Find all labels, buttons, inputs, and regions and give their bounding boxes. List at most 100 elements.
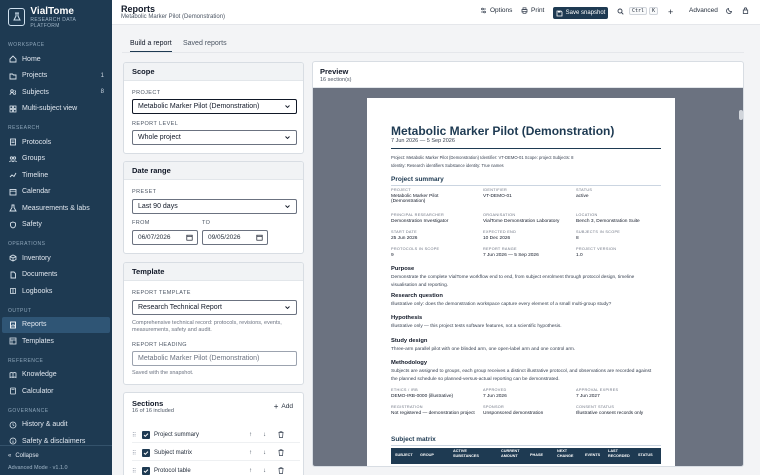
- calendar-icon: [186, 234, 193, 241]
- collapse-button[interactable]: «Collapse: [8, 450, 104, 462]
- tab-saved-reports[interactable]: Saved reports: [183, 40, 227, 47]
- lock-button[interactable]: [742, 7, 752, 14]
- sidebar-item-timeline[interactable]: Timeline: [0, 167, 112, 184]
- sections-heading: Sections: [132, 399, 164, 408]
- add-section-button[interactable]: + Add: [274, 402, 293, 411]
- delete-icon[interactable]: [278, 430, 284, 440]
- sidebar-item-calculator[interactable]: Calculator: [0, 383, 112, 400]
- check-icon: [143, 451, 149, 456]
- nav-section-research: RESEARCH: [8, 125, 40, 131]
- sidebar-item-home[interactable]: Home: [0, 51, 112, 68]
- sidebar-item-multi-subject-view[interactable]: Multi-subject view: [0, 101, 112, 118]
- kv-approved: APPROVED 7 Jun 2026: [483, 388, 507, 399]
- brand-name: VialTome: [30, 5, 74, 17]
- nav-section-governance: GOVERNANCE: [8, 407, 49, 414]
- command-search-button[interactable]: Ctrl K: [617, 7, 659, 15]
- template-icon: [8, 337, 17, 346]
- report-level-label: REPORT LEVEL: [132, 121, 179, 127]
- report-heading-input[interactable]: Metabolic Marker Pilot (Demonstration): [132, 351, 297, 366]
- drag-handle-icon[interactable]: ⠿: [132, 468, 140, 475]
- project-select[interactable]: Metabolic Marker Pilot (Demonstration): [132, 99, 297, 114]
- delete-icon[interactable]: [278, 448, 284, 458]
- theme-toggle[interactable]: [726, 7, 736, 14]
- sidebar-item-groups[interactable]: Groups: [0, 151, 112, 168]
- to-date-input[interactable]: 09/05/2026: [202, 230, 268, 245]
- section-row-project-summary[interactable]: ⠿ Project summary ↑ ↓: [132, 428, 300, 443]
- sidebar-item-templates[interactable]: Templates: [0, 333, 112, 350]
- col-phase: PHASE: [530, 453, 544, 457]
- section-checkbox[interactable]: [142, 449, 150, 457]
- sidebar-item-protocols[interactable]: Protocols: [0, 134, 112, 151]
- kv-registration: REGISTRATION Not registered — demonstrati…: [391, 405, 475, 416]
- kv-start-date: START DATE 25 Jun 2026: [391, 230, 418, 241]
- scope-heading: Scope: [124, 63, 303, 81]
- nav-section-workspace: WORKSPACE: [8, 42, 45, 48]
- kbd-ctrl: Ctrl: [629, 7, 648, 15]
- nav-section-operations: OPERATIONS: [8, 241, 46, 247]
- sidebar-item-reports[interactable]: Reports: [2, 316, 110, 333]
- report-template-select[interactable]: Research Technical Report: [132, 300, 297, 315]
- scrollbar-thumb[interactable]: [739, 110, 743, 120]
- kv-report-range: REPORT RANGE 7 Jun 2026 — 5 Sep 2026: [483, 247, 539, 258]
- move-up-icon[interactable]: ↑: [249, 450, 252, 456]
- options-button[interactable]: Options: [480, 7, 512, 14]
- report-level-select[interactable]: Whole project: [132, 130, 297, 145]
- section-checkbox[interactable]: [142, 467, 150, 475]
- timeline-icon: [8, 171, 17, 180]
- report-meta-line-1: Project: Metabolic Marker Pilot (Demonst…: [391, 155, 574, 160]
- sidebar-item-measurements[interactable]: Measurements & labs: [0, 200, 112, 217]
- sidebar-item-knowledge[interactable]: Knowledge: [0, 367, 112, 384]
- kv-organisation: ORGANISATION VialTome Demonstration Labor…: [483, 213, 560, 224]
- printer-icon: [521, 7, 528, 14]
- add-button[interactable]: +: [668, 7, 673, 17]
- project-label: PROJECT: [132, 90, 161, 96]
- section-checkbox[interactable]: [142, 431, 150, 439]
- col-status: STATUS: [638, 453, 653, 457]
- kv-location: LOCATION Bench 3, Demonstration Suite: [576, 213, 640, 224]
- preset-select[interactable]: Last 90 days: [132, 199, 297, 214]
- calculator-icon: [8, 387, 17, 396]
- from-date-input[interactable]: 06/07/2026: [132, 230, 198, 245]
- section-row-subject-matrix[interactable]: ⠿ Subject matrix ↑ ↓: [132, 446, 300, 461]
- move-down-icon[interactable]: ↓: [263, 450, 266, 456]
- flask-icon: [8, 204, 17, 213]
- date-range-heading: Date range: [124, 162, 303, 180]
- history-icon: [8, 420, 17, 429]
- move-down-icon[interactable]: ↓: [263, 468, 266, 474]
- subjects-count: 8: [100, 89, 104, 96]
- search-icon: [617, 8, 624, 15]
- move-down-icon[interactable]: ↓: [263, 432, 266, 438]
- report-page: Metabolic Marker Pilot (Demonstration) 7…: [367, 98, 675, 466]
- plus-icon: +: [273, 402, 279, 411]
- sidebar-item-logbooks[interactable]: Logbooks: [0, 283, 112, 300]
- folder-icon: [8, 71, 17, 80]
- purpose-text: Demonstrate the complete VialTome workfl…: [391, 275, 635, 288]
- preview-viewport[interactable]: Metabolic Marker Pilot (Demonstration) 7…: [313, 88, 743, 466]
- save-snapshot-button[interactable]: Save snapshot: [553, 7, 608, 19]
- mode-label: Advanced Mode · v1.1.0: [8, 465, 68, 471]
- kbd-k: K: [649, 7, 659, 15]
- move-up-icon[interactable]: ↑: [249, 432, 252, 438]
- preview-scrollbar[interactable]: [739, 96, 743, 456]
- sidebar-item-safety[interactable]: Safety: [0, 217, 112, 234]
- move-up-icon[interactable]: ↑: [249, 468, 252, 474]
- print-button[interactable]: Print: [521, 7, 544, 14]
- drag-handle-icon[interactable]: ⠿: [132, 432, 140, 439]
- sidebar-item-inventory[interactable]: Inventory: [0, 250, 112, 267]
- sidebar-item-subjects[interactable]: Subjects 8: [0, 84, 112, 101]
- sidebar-item-documents[interactable]: Documents: [0, 267, 112, 284]
- preview-panel: Preview 16 section(s) Metabolic Marker P…: [312, 61, 744, 467]
- advanced-toggle[interactable]: Advanced: [689, 7, 718, 14]
- section-row-protocol-table[interactable]: ⠿ Protocol table ↑ ↓: [132, 464, 300, 475]
- sidebar-item-history[interactable]: History & audit: [0, 417, 112, 434]
- report-dates: 7 Jun 2026 — 5 Sep 2026: [391, 138, 455, 144]
- drag-handle-icon[interactable]: ⠿: [132, 450, 140, 457]
- sidebar-footer: «Collapse Advanced Mode · v1.1.0: [0, 445, 112, 475]
- kv-protocols-scope: PROTOCOLS IN SCOPE 9: [391, 247, 440, 258]
- brand[interactable]: VialTome RESEARCH DATA PLATFORM: [0, 0, 112, 34]
- sidebar-item-projects[interactable]: Projects 1: [0, 68, 112, 85]
- sidebar-item-calendar[interactable]: Calendar: [0, 184, 112, 201]
- delete-icon[interactable]: [278, 466, 284, 475]
- sections-card: Sections 16 of 16 included + Add ⠿ Projec…: [123, 392, 304, 475]
- tab-build-report[interactable]: Build a report: [130, 40, 172, 52]
